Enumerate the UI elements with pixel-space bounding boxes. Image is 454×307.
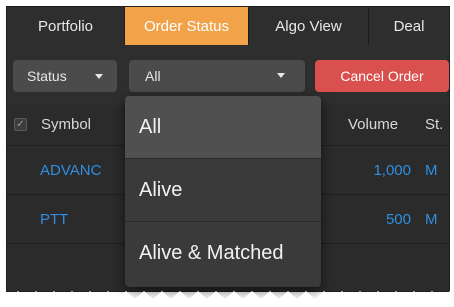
- tab-order-status[interactable]: Order Status: [125, 7, 249, 45]
- tab-bar: Portfolio Order Status Algo View Deal: [7, 7, 449, 45]
- header-status: St.: [425, 116, 444, 133]
- row-status: M: [425, 162, 438, 179]
- status-value-select[interactable]: All: [129, 60, 305, 92]
- row-symbol: PTT: [40, 211, 69, 228]
- status-filter-button[interactable]: Status: [13, 60, 117, 92]
- dropdown-option-all[interactable]: All: [125, 96, 321, 159]
- cancel-order-label: Cancel Order: [340, 68, 424, 84]
- row-status: M: [425, 211, 438, 228]
- dropdown-option-alive[interactable]: Alive: [125, 159, 321, 222]
- status-filter-label: Status: [27, 68, 67, 84]
- status-dropdown-menu: All Alive Alive & Matched: [125, 96, 321, 287]
- select-all-checkbox[interactable]: ✓: [14, 118, 27, 131]
- tab-algo-view[interactable]: Algo View: [249, 7, 369, 45]
- torn-edge-decoration: [0, 291, 454, 307]
- row-volume: 1,000: [373, 162, 411, 179]
- tab-deal[interactable]: Deal: [369, 7, 449, 45]
- row-volume: 500: [385, 211, 411, 228]
- chevron-down-icon: [277, 73, 285, 78]
- row-symbol: ADVANC: [40, 162, 102, 179]
- dropdown-option-alive-matched[interactable]: Alive & Matched: [125, 222, 321, 285]
- cancel-order-button[interactable]: Cancel Order: [315, 60, 449, 92]
- status-value-label: All: [145, 68, 161, 84]
- tab-portfolio[interactable]: Portfolio: [7, 7, 125, 45]
- chevron-down-icon: [95, 74, 103, 79]
- header-volume: Volume: [348, 116, 399, 133]
- header-symbol: Symbol: [41, 116, 92, 133]
